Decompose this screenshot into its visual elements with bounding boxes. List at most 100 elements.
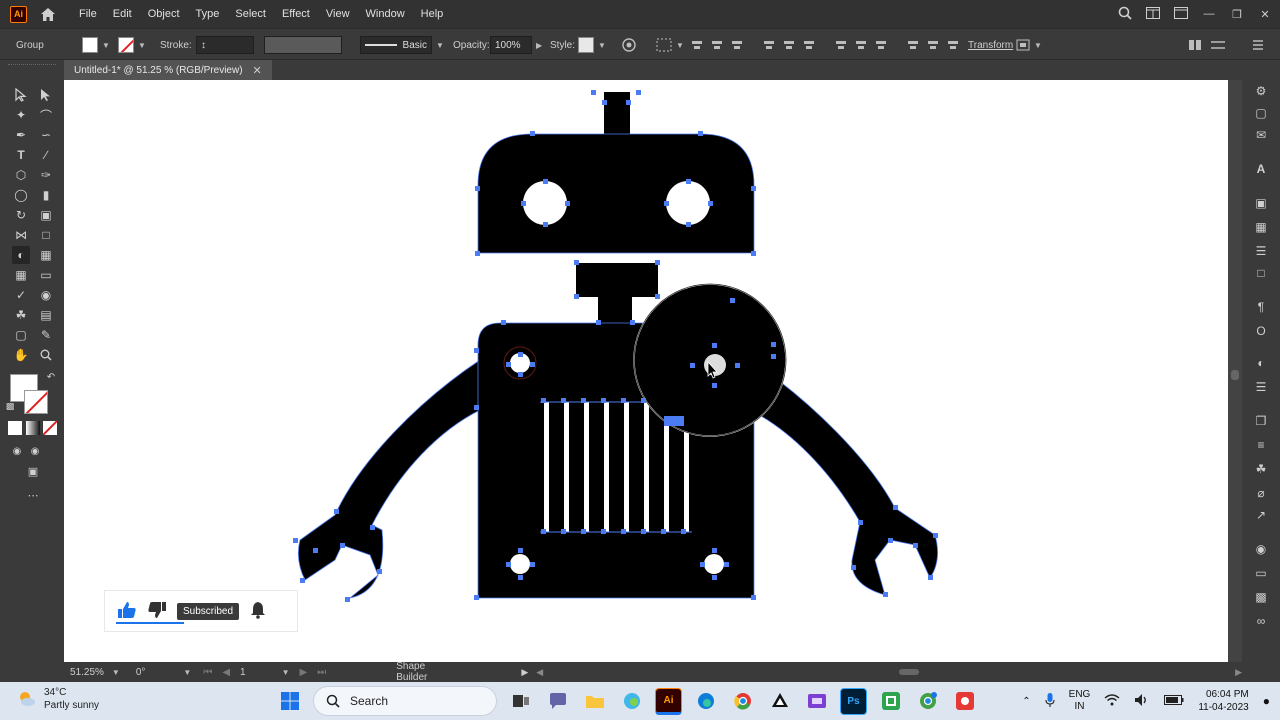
robot-head[interactable] bbox=[477, 133, 755, 254]
last-artboard-icon[interactable]: ⏭ bbox=[317, 667, 326, 678]
next-artboard-icon[interactable]: ▶ bbox=[300, 667, 308, 678]
chevron-down-icon[interactable]: ▼ bbox=[102, 41, 110, 50]
edge-browser-icon[interactable] bbox=[692, 688, 719, 715]
transform-link[interactable]: Transform bbox=[968, 29, 1013, 61]
language-indicator[interactable]: ENG IN bbox=[1069, 689, 1091, 713]
stroke-swatch[interactable] bbox=[118, 37, 134, 53]
weather-widget[interactable]: 34°C Partly sunny bbox=[16, 686, 99, 712]
swatches-panel-icon[interactable]: ▦ bbox=[1252, 218, 1270, 236]
robot-neck[interactable] bbox=[576, 263, 658, 297]
mesh-tool-icon[interactable]: ▦ bbox=[12, 266, 30, 284]
distribute-left-icon[interactable] bbox=[906, 38, 920, 52]
previous-artboard-icon[interactable]: ◀ bbox=[222, 667, 230, 678]
align-right-icon[interactable] bbox=[730, 38, 744, 52]
blend-tool-icon[interactable]: ◉ bbox=[37, 286, 55, 304]
rotate-tool-icon[interactable]: ↻ bbox=[12, 206, 30, 224]
distribute-vertical-center-icon[interactable] bbox=[854, 38, 868, 52]
microphone-icon[interactable] bbox=[1045, 692, 1055, 711]
gradient-mode-icon[interactable] bbox=[26, 421, 40, 435]
links-panel-icon[interactable]: ∞ bbox=[1252, 612, 1270, 630]
scroll-right-icon[interactable]: ▶ bbox=[1235, 667, 1242, 678]
paragraph-panel-icon[interactable]: ¶ bbox=[1252, 298, 1270, 316]
menu-item-edit[interactable]: Edit bbox=[105, 0, 140, 28]
symbols-panel-icon[interactable]: ☘ bbox=[1252, 460, 1270, 478]
lasso-tool-icon[interactable]: ⌒ bbox=[37, 106, 55, 124]
menu-item-view[interactable]: View bbox=[318, 0, 358, 28]
stroke-color-box[interactable] bbox=[24, 390, 48, 414]
thumbs-up-icon[interactable] bbox=[117, 601, 137, 622]
inkscape-icon[interactable] bbox=[766, 688, 793, 715]
rotation-control[interactable]: 0° ▼ bbox=[136, 667, 191, 678]
file-explorer-icon[interactable] bbox=[581, 688, 608, 715]
robot-arm-left[interactable] bbox=[297, 359, 481, 599]
color-mode-icon[interactable] bbox=[8, 421, 22, 435]
isolate-group-icon[interactable]: ▼ bbox=[1016, 29, 1042, 61]
polygon-tool-icon[interactable]: ⬡ bbox=[12, 166, 30, 184]
gradient-panel-icon[interactable]: ▭ bbox=[1252, 564, 1270, 582]
align-vertical-center-icon[interactable] bbox=[782, 38, 796, 52]
chrome-icon[interactable] bbox=[729, 688, 756, 715]
volume-icon[interactable] bbox=[1134, 693, 1150, 710]
robot-neck-lower[interactable] bbox=[598, 296, 632, 324]
graphic-style-picker[interactable]: ▼ bbox=[578, 29, 606, 61]
chevron-right-icon[interactable]: ▶ bbox=[536, 41, 542, 50]
swap-fill-stroke-icon[interactable]: ↶ bbox=[42, 368, 60, 386]
current-tool-status[interactable]: Shape Builder bbox=[396, 661, 455, 683]
photoshop-icon[interactable]: Ps bbox=[840, 687, 867, 715]
fill-color-picker[interactable]: ▼ bbox=[82, 29, 110, 61]
eyedropper-tool-icon[interactable]: ✓ bbox=[12, 286, 30, 304]
slice-tool-icon[interactable]: ✎ bbox=[37, 326, 55, 344]
symbol-sprayer-tool-icon[interactable]: ☘ bbox=[12, 306, 30, 324]
search-icon[interactable] bbox=[1118, 6, 1132, 23]
distribute-right-icon[interactable] bbox=[946, 38, 960, 52]
task-view-icon[interactable] bbox=[507, 688, 534, 715]
perspective-grid-tool-icon[interactable]: ▦ bbox=[37, 246, 55, 264]
opentype-panel-icon[interactable]: O bbox=[1252, 322, 1270, 340]
chevron-down-icon[interactable]: ▼ bbox=[436, 41, 444, 50]
scroll-left-icon[interactable]: ◀ bbox=[536, 667, 543, 678]
chevron-down-icon[interactable]: ▼ bbox=[183, 668, 191, 677]
taskbar-search[interactable]: Search bbox=[313, 686, 497, 716]
arrange-documents-icon[interactable] bbox=[1146, 6, 1160, 22]
fill-swatch[interactable] bbox=[82, 37, 98, 53]
bolt-bottom-left[interactable] bbox=[510, 554, 530, 574]
menu-item-select[interactable]: Select bbox=[227, 0, 274, 28]
rotation-value[interactable]: 0° bbox=[136, 667, 146, 678]
notification-bell-icon[interactable] bbox=[249, 601, 267, 622]
shape-builder-tool-icon[interactable]: ◐ bbox=[12, 246, 30, 264]
horizontal-scrollbar[interactable] bbox=[549, 667, 1227, 677]
artboards-panel-icon[interactable]: □ bbox=[1252, 264, 1270, 282]
bolt-top-right-merged[interactable] bbox=[704, 354, 726, 376]
recolor-artwork-icon[interactable] bbox=[622, 29, 636, 61]
brushes-panel-icon[interactable]: ⌀ bbox=[1252, 484, 1270, 502]
battery-icon[interactable] bbox=[1164, 694, 1184, 708]
selection-tool-icon[interactable] bbox=[12, 86, 30, 104]
appearance-panel-icon[interactable]: ◉ bbox=[1252, 540, 1270, 558]
control-panel-options-icon[interactable] bbox=[1210, 29, 1226, 61]
subscribed-button[interactable]: Subscribed bbox=[177, 602, 240, 620]
screen-recorder-icon[interactable] bbox=[951, 688, 978, 715]
close-icon[interactable]: ✕ bbox=[1258, 8, 1272, 21]
scale-tool-icon[interactable]: ▣ bbox=[37, 206, 55, 224]
wifi-icon[interactable] bbox=[1104, 693, 1120, 709]
zoom-tool-icon[interactable] bbox=[37, 346, 55, 364]
vertical-scrollbar[interactable] bbox=[1228, 80, 1242, 662]
panel-menu-icon[interactable] bbox=[1252, 29, 1264, 61]
none-mode-icon[interactable] bbox=[43, 421, 57, 435]
eraser-tool-icon[interactable]: ▮ bbox=[37, 186, 55, 204]
chevron-up-icon[interactable]: ⌃ bbox=[1022, 696, 1030, 707]
curvature-tool-icon[interactable]: ∽ bbox=[37, 126, 55, 144]
chevron-down-icon[interactable]: ▼ bbox=[676, 41, 684, 50]
video-editor-icon[interactable] bbox=[803, 688, 830, 715]
stroke-color-picker[interactable]: ▼ bbox=[118, 29, 146, 61]
opacity-label[interactable]: Opacity: bbox=[453, 29, 490, 61]
align-horizontal-center-icon[interactable] bbox=[710, 38, 724, 52]
notifications-icon[interactable]: ● bbox=[1263, 694, 1270, 708]
character-panel-icon[interactable]: A bbox=[1252, 160, 1270, 178]
bolt-bottom-right[interactable] bbox=[704, 554, 724, 574]
antenna-stem[interactable] bbox=[604, 92, 630, 136]
windows-start-icon[interactable] bbox=[276, 688, 303, 715]
edit-toolbar-icon[interactable]: ⋯ bbox=[24, 486, 42, 504]
align-panel-icon[interactable]: ≡ bbox=[1252, 436, 1270, 454]
restore-icon[interactable]: ❐ bbox=[1230, 8, 1244, 21]
